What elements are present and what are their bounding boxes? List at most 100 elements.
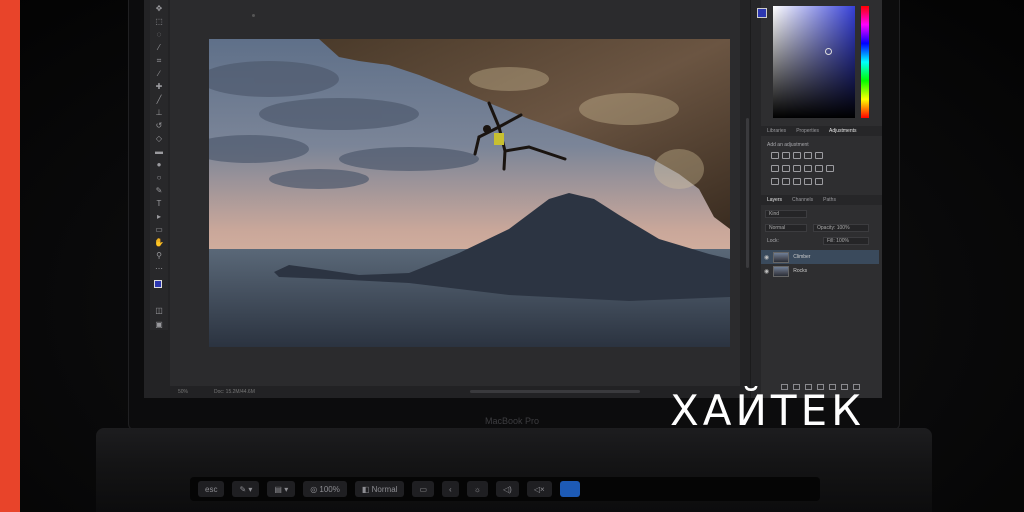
touchbar-opacity-value: 100% <box>319 484 340 494</box>
laptop-model-label: MacBook Pro <box>484 416 540 426</box>
fill-field[interactable]: Fill: 100% <box>823 237 869 245</box>
eyedropper-icon[interactable]: ∕ <box>152 69 166 78</box>
touchbar-mute-icon[interactable]: ◁× <box>526 481 552 497</box>
threshold-adjust-icon[interactable] <box>793 178 801 185</box>
climber-top <box>494 133 504 145</box>
photo-filter-adjust-icon[interactable] <box>804 165 812 172</box>
color-balance-adjust-icon[interactable] <box>782 165 790 172</box>
brand-accent-bar <box>0 0 20 512</box>
touchbar-blend-value: Normal <box>371 484 398 494</box>
channel-mixer-adjust-icon[interactable] <box>815 165 823 172</box>
tab-properties[interactable]: Properties <box>796 128 819 134</box>
add-adjustment-label: Add an adjustment <box>767 142 809 148</box>
touchbar-volume-icon[interactable]: ◁) <box>496 481 519 497</box>
more-icon[interactable]: ⋯ <box>152 264 166 273</box>
layer-name: Climber <box>793 254 811 260</box>
layer-row[interactable]: ◉ Climber <box>761 250 879 264</box>
posterize-adjust-icon[interactable] <box>782 178 790 185</box>
document-canvas[interactable] <box>170 0 749 386</box>
gradient-map-adjust-icon[interactable] <box>804 178 812 185</box>
tab-adjustments[interactable]: Adjustments <box>829 128 857 134</box>
pen-icon[interactable]: ✎ <box>152 186 166 195</box>
vertical-scrollbar[interactable] <box>746 118 749 268</box>
lasso-icon[interactable]: ◌ <box>152 30 166 39</box>
esc-key[interactable]: esc <box>198 481 225 497</box>
zoom-level: 50% <box>178 389 189 395</box>
screen-mode-icon[interactable]: ▣ <box>152 320 166 329</box>
collapsed-panel-strip <box>751 0 761 398</box>
adjustment-icons-row-1 <box>771 152 823 159</box>
type-icon[interactable]: T <box>152 199 166 208</box>
hue-slider[interactable] <box>861 6 869 118</box>
layer-row[interactable]: ◉ Rocks <box>761 264 879 278</box>
tab-channels[interactable]: Channels <box>792 197 813 203</box>
path-select-icon[interactable]: ▸ <box>152 212 166 221</box>
vibrance-adjust-icon[interactable] <box>815 152 823 159</box>
horizontal-scrollbar[interactable] <box>470 390 640 393</box>
black-white-adjust-icon[interactable] <box>793 165 801 172</box>
marquee-icon[interactable]: ⬚ <box>152 17 166 26</box>
foreground-color-swatch[interactable] <box>154 280 162 288</box>
touchbar-brightness-icon[interactable]: ☼ <box>466 481 489 497</box>
doc-size: Doc: 15.2M/44.6M <box>214 389 255 395</box>
color-picker-ring[interactable] <box>825 48 832 55</box>
panels-dock: Libraries Properties Adjustments Add an … <box>750 0 882 398</box>
invert-adjust-icon[interactable] <box>771 178 779 185</box>
eye-icon[interactable]: ◉ <box>764 268 769 275</box>
selective-color-adjust-icon[interactable] <box>815 178 823 185</box>
crop-icon[interactable]: ⌗ <box>152 56 166 65</box>
status-bar: 50% Doc: 15.2M/44.6M <box>170 386 740 398</box>
hue-saturation-adjust-icon[interactable] <box>771 165 779 172</box>
laptop-screen: ✥ ⬚ ◌ ⁄ ⌗ ∕ ✚ ╱ ⊥ ↺ ◇ ▬ ● ○ ✎ T ▸ ▭ ✋ ⚲ … <box>144 0 882 398</box>
blur-icon[interactable]: ● <box>152 160 166 169</box>
color-lookup-adjust-icon[interactable] <box>826 165 834 172</box>
opacity-field[interactable]: Opacity: 100% <box>813 224 869 232</box>
tabs-layers-group: Layers Channels Paths <box>761 195 882 205</box>
color-picker-field[interactable] <box>773 6 855 118</box>
touchbar-blend-button[interactable]: ◧ Normal <box>354 481 405 497</box>
curves-adjust-icon[interactable] <box>793 152 801 159</box>
adjustment-icons-row-2 <box>771 165 834 172</box>
history-brush-icon[interactable]: ↺ <box>152 121 166 130</box>
brightness-adjust-icon[interactable] <box>771 152 779 159</box>
eraser-icon[interactable]: ◇ <box>152 134 166 143</box>
stamp-icon[interactable]: ⊥ <box>152 108 166 117</box>
layer-filter-kind[interactable]: Kind <box>765 210 807 218</box>
touchbar-back-icon[interactable]: ‹ <box>442 481 459 497</box>
move-icon[interactable]: ✥ <box>152 4 166 13</box>
touchbar-opacity-button[interactable]: ◎ 100% <box>303 481 347 497</box>
touch-bar: esc ✎ ▾ ▤ ▾ ◎ 100% ◧ Normal ▭ ‹ ☼ ◁) ◁× <box>190 477 820 501</box>
exposure-adjust-icon[interactable] <box>804 152 812 159</box>
levels-adjust-icon[interactable] <box>782 152 790 159</box>
layer-thumbnail <box>773 251 790 263</box>
tabs-adjustments-group: Libraries Properties Adjustments <box>761 126 882 136</box>
panel-color-chip[interactable] <box>757 8 767 18</box>
layer-thumbnail <box>773 265 790 277</box>
photo-scene: ✥ ⬚ ◌ ⁄ ⌗ ∕ ✚ ╱ ⊥ ↺ ◇ ▬ ● ○ ✎ T ▸ ▭ ✋ ⚲ … <box>0 0 1024 512</box>
dodge-icon[interactable]: ○ <box>152 173 166 182</box>
tab-paths[interactable]: Paths <box>823 197 836 203</box>
magic-wand-icon[interactable]: ⁄ <box>152 43 166 52</box>
canvas-marker <box>252 14 255 17</box>
tab-layers[interactable]: Layers <box>767 197 782 203</box>
brush-icon[interactable]: ╱ <box>152 95 166 104</box>
quick-mask-icon[interactable]: ◫ <box>152 306 166 315</box>
eye-icon[interactable]: ◉ <box>764 254 769 261</box>
gradient-icon[interactable]: ▬ <box>152 147 166 156</box>
brand-watermark: ХАЙТЕК <box>670 386 865 435</box>
touchbar-swatch-icon[interactable]: ▭ <box>412 481 434 497</box>
hand-icon[interactable]: ✋ <box>152 238 166 247</box>
healing-icon[interactable]: ✚ <box>152 82 166 91</box>
shape-icon[interactable]: ▭ <box>152 225 166 234</box>
tab-libraries[interactable]: Libraries <box>767 128 786 134</box>
climber-head <box>483 125 491 133</box>
touchbar-brush-icon[interactable]: ✎ ▾ <box>232 481 260 497</box>
blend-mode-select[interactable]: Normal <box>765 224 807 232</box>
touchbar-layers-icon[interactable]: ▤ ▾ <box>267 481 296 497</box>
touchbar-siri-icon[interactable] <box>559 481 580 497</box>
layer-name: Rocks <box>793 268 808 274</box>
color-swatches[interactable] <box>154 280 166 292</box>
climbing-photo[interactable] <box>209 39 730 347</box>
lock-label: Lock: <box>767 238 779 244</box>
zoom-icon[interactable]: ⚲ <box>152 251 166 260</box>
